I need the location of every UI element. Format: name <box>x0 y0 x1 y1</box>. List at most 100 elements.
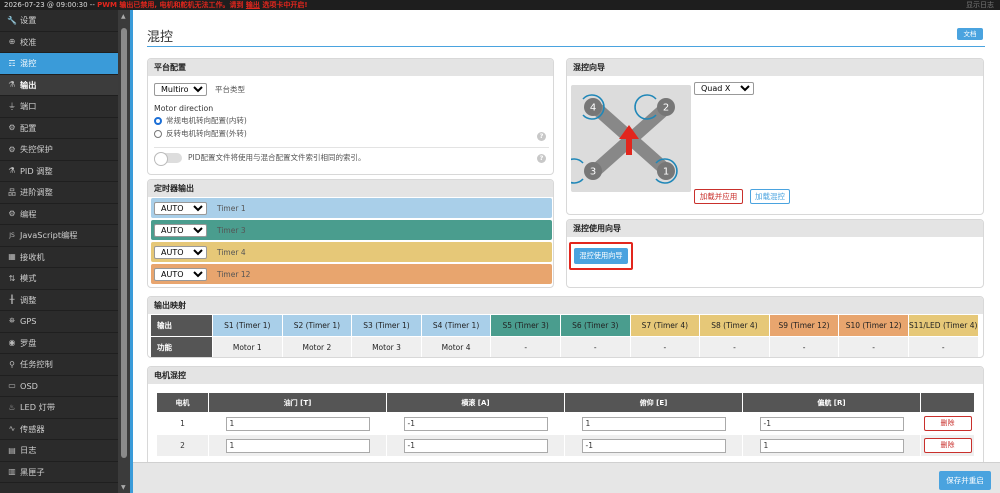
throttle-input[interactable]: 1 <box>225 416 370 431</box>
js-icon: JS <box>9 231 15 239</box>
function-cell: - <box>559 336 631 357</box>
gear-icon: ⚙ <box>8 123 16 133</box>
sensor-icon: ∿ <box>8 424 16 434</box>
footer-bar: 保存并重启 <box>133 462 1000 493</box>
help-icon[interactable]: ? <box>537 132 546 141</box>
save-and-reboot-button[interactable]: 保存并重启 <box>939 471 991 490</box>
sidebar-item-blackbox[interactable]: ▥ 黑匣子 <box>0 462 118 483</box>
help-icon[interactable]: ? <box>537 154 546 163</box>
page-title: 混控 <box>147 30 174 45</box>
pitch-input[interactable]: -1 <box>581 438 726 453</box>
guide-highlight: 混控使用向导 <box>569 242 633 270</box>
sidebar-item-pid-tuning[interactable]: ⚗ PID 调整 <box>0 161 118 182</box>
blackbox-icon: ▥ <box>8 467 16 477</box>
panel-header: 混控使用向导 <box>567 220 983 237</box>
target-icon: ⊕ <box>8 37 16 47</box>
sidebar-item-configuration[interactable]: ⚙ 配置 <box>0 118 118 139</box>
yaw-input[interactable]: 1 <box>759 438 904 453</box>
radio-normal[interactable] <box>154 116 162 125</box>
load-and-apply-button[interactable]: 加载并应用 <box>694 189 743 204</box>
pid-profile-label: PID配置文件将使用与混合配置文件索引相同的索引。 <box>188 153 366 162</box>
sidebar-item-outputs[interactable]: ⚗ 输出 <box>0 74 118 96</box>
sidebar-item-sensors[interactable]: ∿ 传感器 <box>0 419 118 440</box>
sidebar-item-compass[interactable]: ◉ 罗盘 <box>0 333 118 354</box>
scroll-down-arrow-icon[interactable]: ▼ <box>121 484 126 491</box>
load-mixer-button[interactable]: 加载混控 <box>750 189 790 204</box>
roll-input[interactable]: -1 <box>403 438 548 453</box>
title-divider <box>147 46 985 47</box>
sidebar-item-mission-control[interactable]: ⚲ 任务控制 <box>0 354 118 376</box>
throttle-input[interactable]: 1 <box>225 438 370 453</box>
sidebar-item-programming[interactable]: ⚙ 编程 <box>0 204 118 225</box>
pitch-input[interactable]: 1 <box>581 416 726 431</box>
motor-number: 2 <box>156 434 209 457</box>
motor-direction-normal-option[interactable]: 常规电机转向配置(内转) <box>154 115 247 126</box>
sidebar-item-adjustments[interactable]: ╫ 调整 <box>0 290 118 311</box>
scrollbar-thumb[interactable] <box>121 28 127 458</box>
sidebar-scrollbar[interactable]: ▲ ▼ <box>118 10 130 493</box>
function-cell: Motor 4 <box>420 336 492 357</box>
map-pin-icon: ⚲ <box>9 359 15 369</box>
sidebar-item-receiver[interactable]: ▦ 接收机 <box>0 247 118 268</box>
timer-label: Timer 12 <box>217 269 251 279</box>
flask-icon: ⚗ <box>8 80 16 90</box>
column-header: 偏航 [R] <box>742 392 921 413</box>
sidebar-item-setup[interactable]: 🔧 设置 <box>0 10 118 32</box>
platform-type-select[interactable]: Multirotor <box>154 83 207 96</box>
function-cell: - <box>838 336 909 357</box>
sidebar-item-mixer[interactable]: ☶ 混控 <box>0 53 118 75</box>
sidebar-item-gps[interactable]: ⛯ GPS <box>0 311 118 333</box>
timer-1-mode-select[interactable]: AUTO <box>154 201 207 215</box>
function-cell: Motor 3 <box>351 336 422 357</box>
sidebar-item-calibration[interactable]: ⊕ 校准 <box>0 32 118 53</box>
wrench-icon: 🔧 <box>7 15 17 25</box>
output-cell: S9 (Timer 12) <box>768 314 840 337</box>
motor-mixer-table: 电机 油门 [T] 横滚 [A] 俯仰 [E] 偏航 [R] 1 1 -1 1 … <box>156 392 975 457</box>
timer-3-mode-select[interactable]: AUTO <box>154 223 207 237</box>
motor-number: 1 <box>156 412 209 435</box>
documentation-button[interactable]: 文档 <box>957 28 983 40</box>
delete-button[interactable]: 删除 <box>923 416 972 431</box>
roll-input[interactable]: -1 <box>403 416 548 431</box>
sidebar-item-modes[interactable]: ⇅ 模式 <box>0 268 118 290</box>
output-cell: S4 (Timer 1) <box>420 314 492 337</box>
platform-config-panel: 平台配置 Multirotor 平台类型 Motor direction 常规电… <box>147 58 554 175</box>
log-icon: ▤ <box>8 445 16 455</box>
pid-profile-toggle[interactable] <box>154 151 182 166</box>
mixer-preset-select[interactable]: Quad X <box>694 82 754 95</box>
sidebar-item-javascript[interactable]: JS JavaScript编程 <box>0 225 118 247</box>
function-cell: Motor 2 <box>281 336 353 357</box>
delete-button[interactable]: 删除 <box>923 438 972 453</box>
yaw-input[interactable]: -1 <box>759 416 904 431</box>
sidebar-item-logging[interactable]: ▤ 日志 <box>0 440 118 462</box>
timer-label: Timer 3 <box>217 225 246 235</box>
timer-row: AUTO Timer 3 <box>151 220 552 240</box>
receiver-icon: ▦ <box>8 252 16 262</box>
show-log-link[interactable]: 显示日志 <box>966 0 994 10</box>
scroll-up-arrow-icon[interactable]: ▲ <box>121 13 126 20</box>
panel-header: 电机混控 <box>148 367 983 384</box>
output-cell: S10 (Timer 12) <box>838 314 909 337</box>
function-row: 功能 Motor 1 Motor 2 Motor 3 Motor 4 - - -… <box>150 336 979 357</box>
timer-row: AUTO Timer 12 <box>151 264 552 284</box>
mixer-icon: ☶ <box>8 58 16 68</box>
output-cell: S11/LED (Timer 4) <box>907 314 979 337</box>
sidebar-item-ports[interactable]: ⏚ 端口 <box>0 96 118 118</box>
main-content: 混控 文档 平台配置 Multirotor 平台类型 Motor directi… <box>130 10 1000 493</box>
function-cell: - <box>907 336 979 357</box>
timer-12-mode-select[interactable]: AUTO <box>154 267 207 281</box>
radio-reversed[interactable] <box>154 129 162 138</box>
motor-direction-reversed-option[interactable]: 反转电机转向配置(外转) <box>154 128 247 139</box>
sidebar-item-osd[interactable]: ▭ OSD <box>0 376 118 397</box>
divider <box>154 147 549 148</box>
timer-label: Timer 1 <box>217 203 246 213</box>
motor-mixer-panel: 电机混控 电机 油门 [T] 横滚 [A] 俯仰 [E] 偏航 [R] 1 1 … <box>147 366 984 466</box>
mixer-guide-button[interactable]: 混控使用向导 <box>574 248 628 264</box>
output-tab-link[interactable]: 输出 <box>246 1 260 9</box>
sidebar-item-advanced-tuning[interactable]: 品进阶调整 <box>0 182 118 204</box>
timer-output-panel: 定时器输出 AUTO Timer 1 AUTO Timer 3 AUTO Tim… <box>147 179 554 288</box>
sidebar-item-failsafe[interactable]: ⚙ 失控保护 <box>0 139 118 161</box>
sidebar-item-led-strip[interactable]: ♨ LED 灯带 <box>0 397 118 419</box>
motor-1-label: 1 <box>663 167 669 178</box>
timer-4-mode-select[interactable]: AUTO <box>154 245 207 259</box>
